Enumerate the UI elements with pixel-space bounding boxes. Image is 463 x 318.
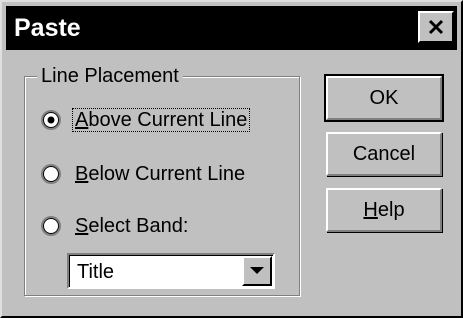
radio-unselected-icon[interactable] bbox=[41, 164, 61, 184]
ok-button[interactable]: OK bbox=[324, 74, 444, 122]
close-button[interactable] bbox=[418, 11, 454, 43]
radio-below-label: Below Current Line bbox=[75, 163, 246, 185]
line-placement-legend: Line Placement bbox=[37, 63, 183, 89]
window-title: Paste bbox=[14, 14, 81, 42]
close-icon bbox=[428, 19, 444, 35]
mnemonic-a: A bbox=[75, 109, 89, 131]
band-select[interactable]: Title bbox=[67, 253, 275, 289]
title-bar[interactable]: Paste bbox=[6, 6, 457, 50]
cancel-button[interactable]: Cancel bbox=[326, 132, 442, 176]
paste-dialog: Paste Line Placement Above Current Line … bbox=[0, 0, 463, 318]
help-button[interactable]: Help bbox=[326, 188, 442, 232]
radio-select-band-label: Select Band: bbox=[75, 215, 189, 237]
radio-above-label: Above Current Line bbox=[71, 108, 251, 132]
band-dropdown-button[interactable] bbox=[242, 256, 272, 286]
band-select-value: Title bbox=[77, 261, 115, 283]
chevron-down-icon bbox=[250, 267, 264, 274]
line-placement-group: Line Placement Above Current Line Below … bbox=[24, 63, 300, 296]
radio-selected-icon[interactable] bbox=[41, 110, 61, 130]
radio-unselected-icon[interactable] bbox=[41, 216, 61, 236]
